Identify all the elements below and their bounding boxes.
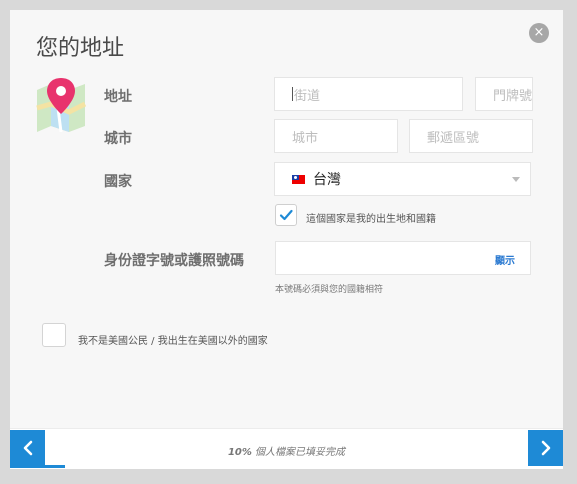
chevron-left-icon	[23, 440, 32, 456]
house-number-input[interactable]: 門牌號	[475, 77, 533, 111]
chevron-right-icon	[541, 440, 550, 456]
progress-caption: 個人檔案已填妥完成	[251, 447, 346, 458]
close-icon[interactable]: ×	[529, 23, 549, 43]
map-pin-icon	[36, 78, 87, 133]
previous-button[interactable]	[10, 430, 45, 466]
id-number-label: 身份證字號或護照號碼	[104, 253, 244, 269]
birth-country-label: 這個國家是我的出生地和國籍	[306, 214, 436, 225]
postal-code-input[interactable]: 郵遞區號	[409, 119, 533, 153]
birth-country-checkbox[interactable]	[275, 204, 297, 226]
city-placeholder: 城市	[292, 130, 319, 146]
address-label: 地址	[104, 89, 132, 105]
house-number-placeholder: 門牌號	[493, 88, 533, 104]
text-caret	[292, 87, 293, 101]
city-input[interactable]: 城市	[274, 119, 398, 153]
progress-text: 10% 個人檔案已填妥完成	[10, 443, 563, 458]
postal-code-placeholder: 郵遞區號	[427, 130, 480, 146]
checkmark-icon	[279, 209, 293, 221]
chevron-down-icon	[512, 177, 520, 182]
id-number-input[interactable]	[275, 241, 531, 275]
street-placeholder: 街道	[294, 88, 321, 104]
page-title: 您的地址	[36, 36, 125, 61]
city-label: 城市	[104, 131, 132, 147]
next-button[interactable]	[528, 430, 563, 466]
non-us-citizen-checkbox[interactable]	[42, 323, 66, 347]
show-id-button[interactable]: 顯示	[495, 252, 515, 267]
country-selected-value: 台灣	[313, 172, 341, 188]
street-input[interactable]: 街道	[274, 77, 463, 111]
progress-percent: 10%	[227, 447, 252, 458]
id-number-hint: 本號碼必須與您的國籍相符	[275, 285, 384, 295]
taiwan-flag-icon	[292, 174, 305, 184]
country-label: 國家	[104, 174, 132, 190]
country-select[interactable]: 台灣	[274, 162, 531, 196]
non-us-citizen-label: 我不是美國公民 / 我出生在美國以外的國家	[78, 336, 268, 347]
